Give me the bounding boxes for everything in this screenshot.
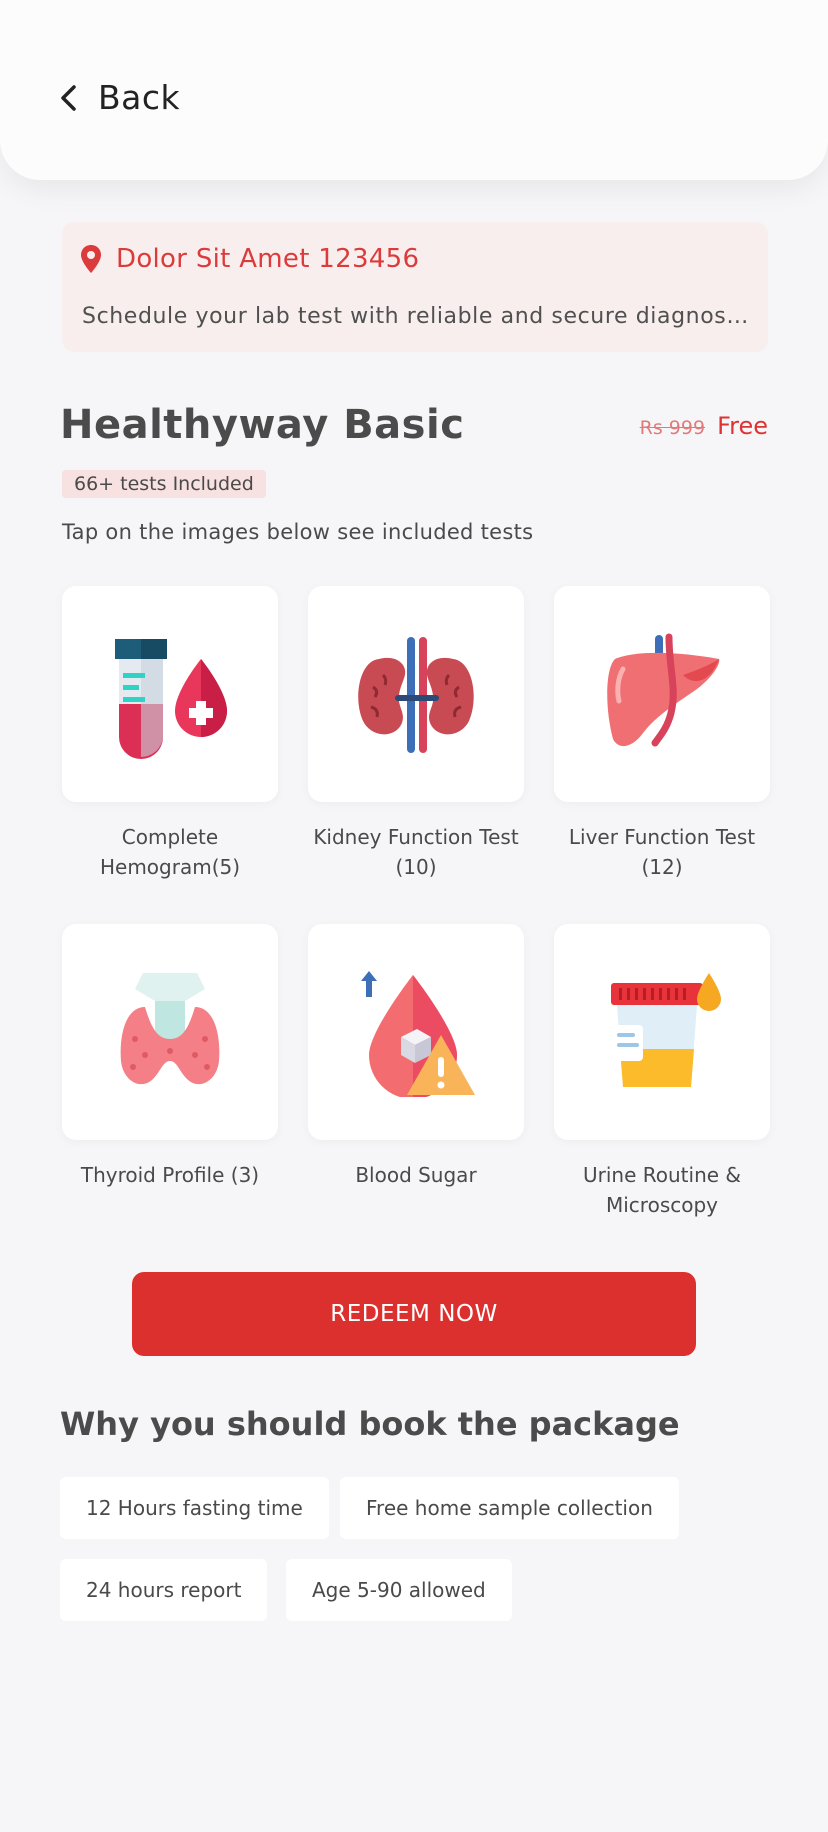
location-description: Schedule your lab test with reliable and… bbox=[82, 304, 752, 329]
benefit-chip: Age 5-90 allowed bbox=[286, 1559, 512, 1621]
chevron-left-icon bbox=[61, 84, 76, 111]
test-label-kidney: Kidney Function Test (10) bbox=[313, 825, 519, 879]
test-tile-hemogram[interactable] bbox=[62, 586, 278, 802]
test-label-hemogram: Complete Hemogram(5) bbox=[99, 825, 241, 879]
test-tile-urine[interactable] bbox=[554, 924, 770, 1140]
package-title: Healthyway Basic bbox=[60, 402, 465, 448]
test-label-blood-sugar: Blood Sugar bbox=[355, 1163, 477, 1187]
map-pin-icon bbox=[81, 245, 101, 273]
tests-count-badge: 66+ tests Included bbox=[62, 470, 266, 498]
location-card[interactable]: Dolor Sit Amet 123456 Schedule your lab … bbox=[62, 222, 768, 352]
test-tile-thyroid[interactable] bbox=[62, 924, 278, 1140]
current-price: Free bbox=[717, 412, 768, 440]
location-row: Dolor Sit Amet 123456 bbox=[80, 244, 419, 274]
liver-icon bbox=[607, 633, 720, 747]
test-label-liver: Liver Function Test (12) bbox=[568, 825, 756, 879]
app-header: Back bbox=[0, 0, 828, 180]
location-title: Dolor Sit Amet 123456 bbox=[116, 244, 420, 274]
tap-hint: Tap on the images below see included tes… bbox=[62, 520, 534, 544]
test-tile-blood-sugar[interactable] bbox=[308, 924, 524, 1140]
why-section-title: Why you should book the package bbox=[60, 1405, 680, 1443]
urine-sample-icon bbox=[611, 973, 721, 1087]
thyroid-icon bbox=[120, 973, 220, 1085]
blood-sugar-icon bbox=[361, 971, 475, 1097]
blood-test-icon bbox=[115, 639, 227, 759]
benefit-chip: 12 Hours fasting time bbox=[60, 1477, 329, 1539]
test-label-urine: Urine Routine & Microscopy bbox=[583, 1163, 741, 1217]
back-button[interactable]: Back bbox=[58, 78, 180, 117]
kidney-icon bbox=[358, 637, 474, 753]
benefit-chip: Free home sample collection bbox=[340, 1477, 679, 1539]
test-label-thyroid: Thyroid Profile (3) bbox=[80, 1163, 260, 1187]
test-tile-kidney[interactable] bbox=[308, 586, 524, 802]
test-tile-liver[interactable] bbox=[554, 586, 770, 802]
back-label: Back bbox=[98, 78, 181, 117]
price-block: Rs 999 Free bbox=[640, 412, 768, 440]
benefit-chip: 24 hours report bbox=[60, 1559, 268, 1621]
old-price: Rs 999 bbox=[639, 417, 706, 439]
redeem-now-button[interactable]: REDEEM NOW bbox=[132, 1272, 696, 1356]
